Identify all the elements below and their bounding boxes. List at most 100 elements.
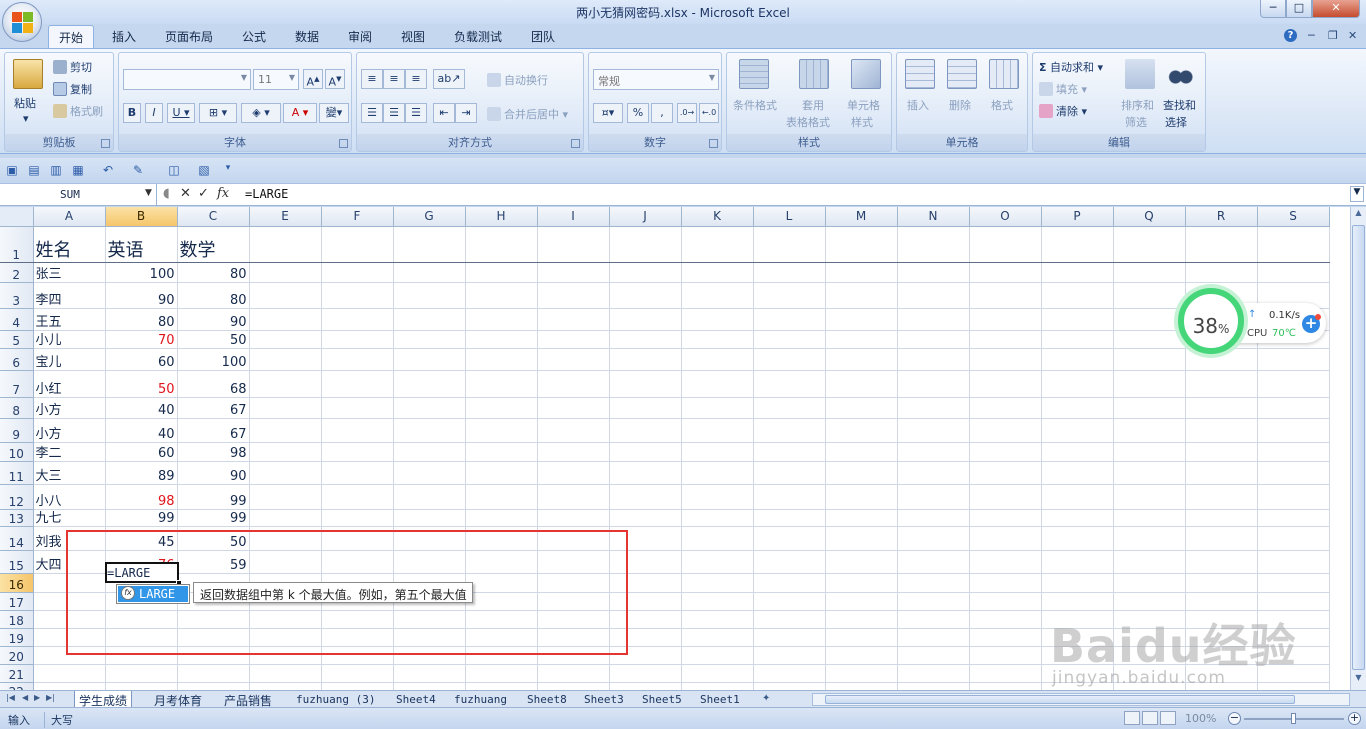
align-top-button[interactable]: ≡ [361, 69, 383, 89]
column-header[interactable]: F [321, 207, 394, 227]
decrease-indent-button[interactable]: ⇤ [433, 103, 455, 123]
name-box[interactable]: SUM [0, 184, 157, 205]
dialog-launcher-icon[interactable] [709, 139, 718, 148]
cell-empty[interactable] [609, 308, 682, 331]
cell-empty[interactable] [609, 484, 682, 510]
cell-empty[interactable] [825, 370, 898, 398]
cell-math-score[interactable]: 67 [177, 418, 250, 443]
cell-empty[interactable] [969, 370, 1042, 398]
cell-empty[interactable] [825, 282, 898, 309]
cell-empty[interactable] [897, 262, 970, 283]
cell-empty[interactable] [1257, 442, 1330, 462]
cell-empty[interactable] [753, 610, 826, 629]
sort-filter-button[interactable]: 排序和 [1121, 97, 1154, 113]
cell-empty[interactable] [249, 418, 322, 443]
cell-empty[interactable] [1113, 282, 1186, 309]
tab-review[interactable]: 审阅 [348, 28, 372, 45]
cell-empty[interactable] [393, 418, 466, 443]
cell-empty[interactable] [465, 682, 538, 690]
cell-empty[interactable] [393, 461, 466, 485]
tab-team[interactable]: 团队 [531, 28, 555, 45]
workbook-restore-icon[interactable]: ❐ [1328, 29, 1338, 42]
redo-icon[interactable]: ✎ [130, 163, 146, 177]
cell-empty[interactable] [609, 442, 682, 462]
cell-empty[interactable] [825, 308, 898, 331]
cell-empty[interactable] [753, 592, 826, 611]
cell-math-score[interactable]: 68 [177, 370, 250, 398]
cell-name[interactable]: 李四 [33, 282, 106, 309]
cell-empty[interactable] [249, 262, 322, 283]
cell-empty[interactable] [537, 282, 610, 309]
cell-empty[interactable] [969, 550, 1042, 574]
insert-cells-button[interactable]: 插入 [907, 97, 929, 113]
cell-math-score[interactable]: 67 [177, 397, 250, 419]
cell-empty[interactable] [825, 484, 898, 510]
cell-empty[interactable] [537, 397, 610, 419]
cell-empty[interactable] [249, 509, 322, 527]
cell-empty[interactable] [1113, 550, 1186, 574]
cell-empty[interactable] [321, 442, 394, 462]
row-header[interactable]: 14 [0, 526, 34, 551]
shrink-font-button[interactable]: A▼ [325, 69, 345, 89]
cell-empty[interactable] [753, 550, 826, 574]
cell-empty[interactable] [1113, 418, 1186, 443]
next-sheet-icon[interactable]: ▶ [34, 693, 40, 702]
cell-empty[interactable] [465, 418, 538, 443]
column-header[interactable]: J [609, 207, 682, 227]
cell-empty[interactable] [681, 226, 754, 263]
cell-empty[interactable] [969, 282, 1042, 309]
merge-center-button[interactable]: 合并后居中 ▾ [487, 106, 568, 122]
cell-empty[interactable] [753, 461, 826, 485]
row-header[interactable]: 18 [0, 610, 34, 629]
cell-empty[interactable] [969, 484, 1042, 510]
cell-empty[interactable] [465, 348, 538, 371]
cell-name[interactable]: 小方 [33, 418, 106, 443]
table-format-button-line2[interactable]: 表格格式 [786, 114, 830, 130]
formula-input[interactable]: =LARGE [245, 187, 288, 201]
cell-empty[interactable] [681, 308, 754, 331]
cell-empty[interactable] [249, 397, 322, 419]
cell-empty[interactable] [969, 628, 1042, 647]
cell-empty[interactable] [897, 348, 970, 371]
cell-empty[interactable] [321, 509, 394, 527]
clear-button[interactable]: 清除 ▾ [1039, 103, 1087, 119]
cell-empty[interactable] [537, 370, 610, 398]
cut-button[interactable]: 剪切 [53, 59, 92, 75]
cell-name[interactable]: 李二 [33, 442, 106, 462]
cell-empty[interactable] [393, 370, 466, 398]
table-icon[interactable]: ▧ [196, 163, 212, 177]
cell-empty[interactable] [969, 592, 1042, 611]
column-header[interactable]: S [1257, 207, 1330, 227]
row-header[interactable]: 8 [0, 397, 34, 419]
cell-empty[interactable] [1185, 370, 1258, 398]
cell-empty[interactable] [609, 664, 682, 683]
cell-empty[interactable] [969, 308, 1042, 331]
cell-empty[interactable] [681, 610, 754, 629]
cell-empty[interactable] [393, 348, 466, 371]
table-format-button[interactable]: 套用 [802, 97, 824, 113]
page-layout-view-icon[interactable] [1142, 711, 1158, 725]
row-header[interactable]: 13 [0, 509, 34, 527]
cell-empty[interactable] [537, 330, 610, 349]
print-preview-icon[interactable]: ▥ [48, 163, 64, 177]
tab-formulas[interactable]: 公式 [242, 28, 266, 45]
cell-empty[interactable] [681, 628, 754, 647]
column-header[interactable]: M [825, 207, 898, 227]
cell-empty[interactable] [681, 348, 754, 371]
sheet-tab[interactable]: Sheet8 [523, 691, 571, 708]
cell-empty[interactable] [1185, 592, 1258, 611]
cell-empty[interactable] [1041, 550, 1114, 574]
cell-math-score[interactable]: 90 [177, 308, 250, 331]
cell-empty[interactable] [1041, 442, 1114, 462]
cell-math-score[interactable] [177, 682, 250, 690]
cell-empty[interactable] [969, 573, 1042, 593]
italic-button[interactable]: I [145, 103, 163, 123]
column-header[interactable]: N [897, 207, 970, 227]
cell-empty[interactable] [1041, 484, 1114, 510]
cell-empty[interactable] [897, 592, 970, 611]
cell-empty[interactable] [681, 282, 754, 309]
cell-empty[interactable] [465, 461, 538, 485]
format-painter-button[interactable]: 格式刷 [53, 103, 103, 119]
cell-empty[interactable] [249, 226, 322, 263]
cell-empty[interactable] [1041, 526, 1114, 551]
